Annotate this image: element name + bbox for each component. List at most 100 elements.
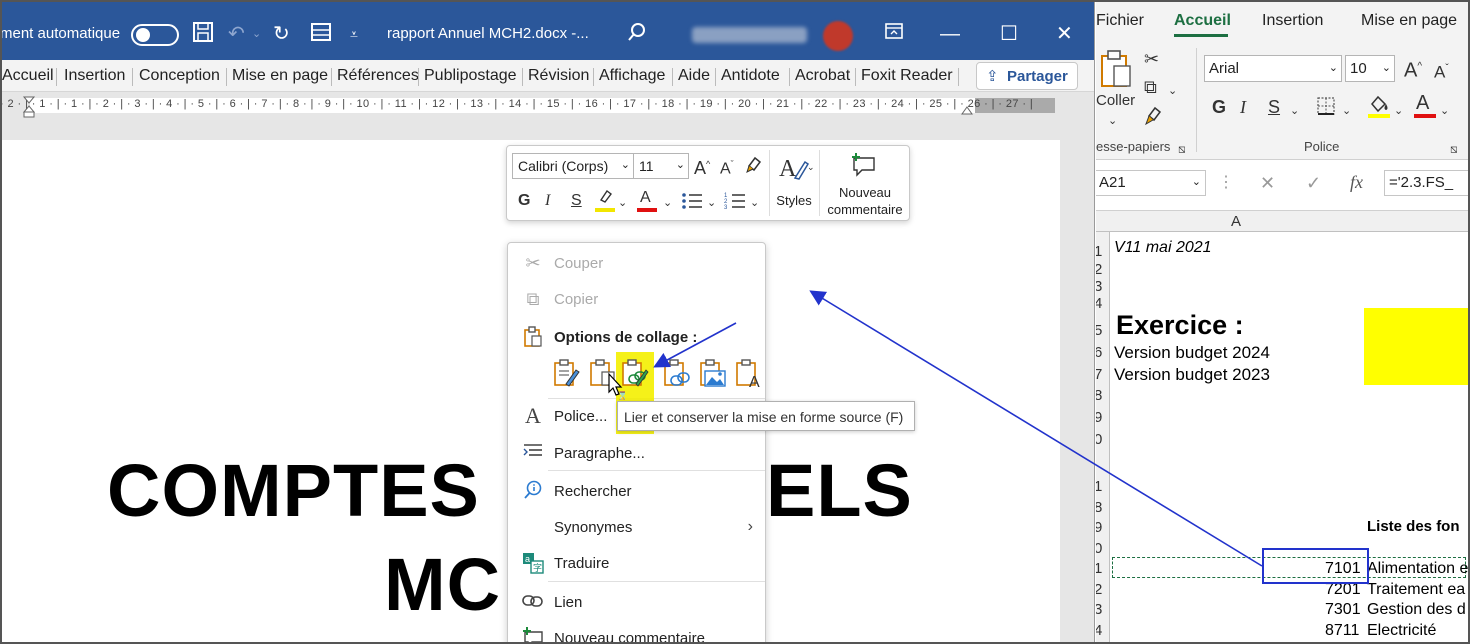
new-comment-icon[interactable] xyxy=(850,152,878,184)
police-launcher-icon[interactable]: ⧅ xyxy=(1450,138,1458,160)
tab-acrobat[interactable]: Acrobat xyxy=(795,67,850,85)
row-number[interactable]: 2 xyxy=(1096,261,1102,278)
excel-shrink-font-icon[interactable]: Aˇ xyxy=(1434,58,1449,84)
row-number[interactable]: 4 xyxy=(1096,295,1102,312)
row-number[interactable]: 1 xyxy=(1096,243,1102,260)
paste-link-destination-icon[interactable] xyxy=(662,358,692,388)
excel-cut-icon[interactable]: ✂ xyxy=(1144,48,1159,70)
row-number[interactable]: 4 xyxy=(1096,622,1102,639)
row-number[interactable]: 9 xyxy=(1096,409,1102,426)
excel-italic-button[interactable]: I xyxy=(1240,96,1246,118)
highlight-dropdown-icon[interactable]: ⌄ xyxy=(618,193,627,213)
numbering-dropdown-icon[interactable]: ⌄ xyxy=(750,193,759,213)
bullets-icon[interactable] xyxy=(681,191,703,217)
excel-underline-dropdown-icon[interactable]: ⌄ xyxy=(1290,100,1299,122)
minimize-icon[interactable]: — xyxy=(940,21,960,47)
row-number[interactable]: 8 xyxy=(1096,499,1102,516)
tab-revision[interactable]: Révision xyxy=(528,67,589,85)
cancel-entry-icon[interactable]: ✕ xyxy=(1260,172,1275,194)
excel-paste-icon[interactable] xyxy=(1098,48,1134,95)
customize-toolbar-icon[interactable]: ⩡ xyxy=(350,21,358,47)
autosave-toggle[interactable] xyxy=(131,24,179,46)
row-number[interactable]: 1 xyxy=(1096,560,1102,577)
excel-tab-fichier[interactable]: Fichier xyxy=(1096,12,1144,30)
undo-dropdown-icon[interactable]: ⌄ xyxy=(252,21,261,47)
tab-insertion[interactable]: Insertion xyxy=(64,67,125,85)
excel-borders-icon[interactable] xyxy=(1316,96,1336,121)
tab-aide[interactable]: Aide xyxy=(678,67,710,85)
paste-text-only-icon[interactable]: A xyxy=(734,358,764,388)
excel-font-color-icon[interactable]: A xyxy=(1416,92,1429,114)
undo-icon[interactable]: ↶ xyxy=(228,21,245,47)
tab-affichage[interactable]: Affichage xyxy=(599,67,665,85)
paste-keep-source-format-icon[interactable] xyxy=(552,358,582,388)
yellow-cell-block[interactable] xyxy=(1364,308,1470,385)
ribbon-display-icon[interactable] xyxy=(884,21,904,48)
insert-function-icon[interactable]: fx xyxy=(1350,171,1363,193)
bold-button[interactable]: G xyxy=(518,191,530,211)
row-number[interactable]: 9 xyxy=(1096,519,1102,536)
underline-button[interactable]: S xyxy=(571,191,582,211)
share-button[interactable]: ⇪ Partager xyxy=(976,62,1078,90)
styles-icon[interactable]: A ⌄ xyxy=(779,152,815,188)
italic-button[interactable]: I xyxy=(545,191,550,211)
bullets-dropdown-icon[interactable]: ⌄ xyxy=(707,193,716,213)
row-number[interactable]: 0 xyxy=(1096,540,1102,557)
save-icon[interactable] xyxy=(192,21,214,50)
column-header-a[interactable]: A xyxy=(1231,213,1241,230)
row-number[interactable]: 6 xyxy=(1096,344,1102,361)
layout-icon[interactable] xyxy=(310,21,332,50)
tab-accueil[interactable]: Accueil xyxy=(2,67,54,85)
cell-label[interactable]: Alimentation e xyxy=(1367,560,1468,578)
menu-item-link[interactable]: Lien xyxy=(508,584,765,618)
excel-borders-dropdown-icon[interactable]: ⌄ xyxy=(1342,100,1351,122)
cell-exercice[interactable]: Exercice : xyxy=(1116,310,1244,341)
row-number[interactable]: 5 xyxy=(1096,322,1102,339)
tab-references[interactable]: Références xyxy=(337,67,419,85)
row-number[interactable]: 0 xyxy=(1096,431,1102,448)
row-number[interactable]: 7 xyxy=(1096,366,1102,383)
tab-publipostage[interactable]: Publipostage xyxy=(424,67,517,85)
horizontal-ruler[interactable]: · 2 · | · 1 · | · 1 · | · 2 · | · 3 · | … xyxy=(0,93,1080,119)
indent-marker-icon[interactable] xyxy=(22,95,36,119)
redo-icon[interactable]: ↻ xyxy=(273,21,290,47)
excel-tab-insertion[interactable]: Insertion xyxy=(1262,12,1323,30)
menu-item-translate[interactable]: a字 Traduire xyxy=(508,545,765,579)
menu-item-new-comment[interactable]: Nouveau commentaire xyxy=(508,620,765,644)
maximize-icon[interactable]: ☐ xyxy=(1000,21,1018,47)
tab-foxit-reader[interactable]: Foxit Reader xyxy=(861,67,953,85)
right-indent-marker-icon[interactable] xyxy=(961,105,973,115)
new-comment-label-1[interactable]: Nouveau xyxy=(820,184,910,201)
menu-item-synonyms[interactable]: Synonymes › xyxy=(508,509,765,543)
excel-grow-font-icon[interactable]: A^ xyxy=(1404,56,1422,82)
menu-item-cut[interactable]: ✂ Couper xyxy=(508,245,765,279)
menu-item-search[interactable]: Rechercher xyxy=(508,473,765,507)
excel-copy-dropdown-icon[interactable]: ⌄ xyxy=(1168,80,1177,102)
format-painter-icon[interactable] xyxy=(745,154,765,180)
shrink-font-icon[interactable]: Aˇ xyxy=(720,154,734,179)
close-icon[interactable]: ✕ xyxy=(1056,21,1073,47)
menu-item-paragraph[interactable]: Paragraphe... xyxy=(508,435,765,469)
tab-conception[interactable]: Conception xyxy=(139,67,220,85)
tab-mise-en-page[interactable]: Mise en page xyxy=(232,67,328,85)
excel-bold-button[interactable]: G xyxy=(1212,96,1226,118)
excel-underline-button[interactable]: S xyxy=(1268,96,1280,118)
cell-code[interactable]: 8711 xyxy=(1325,622,1359,640)
row-number[interactable]: 8 xyxy=(1096,387,1102,404)
row-number[interactable]: 3 xyxy=(1096,278,1102,295)
cell-code[interactable]: 7301 xyxy=(1325,601,1361,619)
grow-font-icon[interactable]: A^ xyxy=(694,154,710,178)
confirm-entry-icon[interactable]: ✓ xyxy=(1306,172,1321,194)
font-size-select[interactable]: 11 ⌄ xyxy=(633,153,689,179)
clipboard-launcher-icon[interactable]: ⧅ xyxy=(1178,138,1186,160)
excel-font-color-dropdown-icon[interactable]: ⌄ xyxy=(1440,100,1449,122)
paste-picture-icon[interactable] xyxy=(698,358,728,388)
row-number[interactable]: 1 xyxy=(1096,478,1102,495)
cell-label[interactable]: Traitement ea xyxy=(1367,581,1465,599)
font-color-icon[interactable]: A xyxy=(640,188,651,208)
cell-label[interactable]: Electricité xyxy=(1367,622,1436,640)
avatar[interactable] xyxy=(823,21,853,51)
excel-fill-dropdown-icon[interactable]: ⌄ xyxy=(1394,100,1403,122)
excel-tab-mise-en-page[interactable]: Mise en page xyxy=(1361,12,1457,30)
menu-item-copy[interactable]: ⧉ Copier xyxy=(508,281,765,315)
